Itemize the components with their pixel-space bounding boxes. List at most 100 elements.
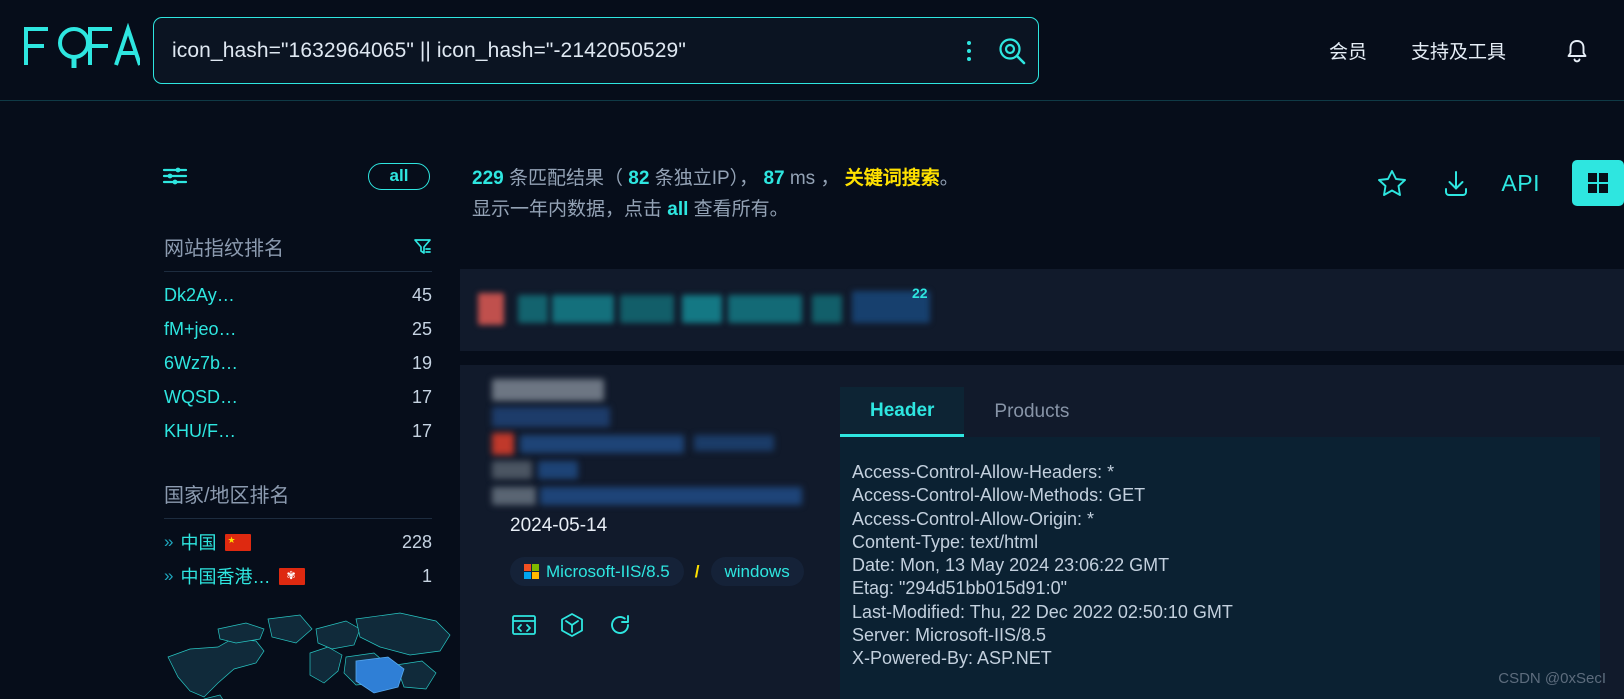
fingerprint-row[interactable]: 6Wz7b… 19 bbox=[164, 346, 432, 380]
fingerprint-label[interactable]: fM+jeo… bbox=[164, 319, 237, 340]
country-count: 1 bbox=[421, 565, 432, 586]
left-sidebar: all 网站指纹排名 Dk2Ay… 45 fM+jeo… 25 6Wz7b… 1… bbox=[0, 101, 460, 699]
header-line: X-Powered-By: ASP.NET bbox=[852, 648, 1052, 669]
nav-support-tools[interactable]: 支持及工具 bbox=[1411, 37, 1506, 64]
microsoft-logo-icon bbox=[524, 564, 539, 579]
tab-products[interactable]: Products bbox=[964, 387, 1099, 437]
fingerprint-count: 17 bbox=[411, 420, 432, 441]
expand-chevron-icon[interactable]: » bbox=[164, 532, 174, 552]
china-flag-icon bbox=[225, 532, 252, 551]
hongkong-flag-icon bbox=[279, 567, 306, 585]
tag-server-label: Microsoft-IIS/8.5 bbox=[546, 561, 670, 581]
header-line: Content-Type: text/html bbox=[852, 531, 1039, 552]
search-at-icon[interactable] bbox=[986, 31, 1038, 71]
search-type-badge[interactable]: 关键词搜索 bbox=[845, 168, 940, 189]
grid-view-icon[interactable] bbox=[1572, 160, 1624, 206]
country-ranking-section: 国家/地区排名 » 中国 228 » 中国香港… 1 bbox=[164, 476, 432, 593]
fofa-logo[interactable] bbox=[22, 20, 140, 72]
redacted-block bbox=[540, 487, 802, 505]
result-actions bbox=[510, 611, 634, 639]
country-row[interactable]: » 中国 228 bbox=[164, 525, 432, 559]
notification-bell-icon[interactable] bbox=[1560, 34, 1594, 68]
period-mark: 。 bbox=[939, 168, 959, 189]
country-title: 国家/地区排名 bbox=[164, 484, 290, 507]
star-favorite-icon[interactable] bbox=[1373, 164, 1411, 202]
blurred-block bbox=[812, 295, 842, 323]
tab-header[interactable]: Header bbox=[840, 387, 965, 437]
nav-member[interactable]: 会员 bbox=[1329, 37, 1367, 64]
fingerprint-header: 网站指纹排名 bbox=[164, 229, 432, 263]
fingerprint-label[interactable]: 6Wz7b… bbox=[164, 353, 238, 374]
funnel-filter-icon[interactable] bbox=[412, 236, 432, 256]
strip-badge: 22 bbox=[912, 285, 928, 301]
country-count: 228 bbox=[401, 531, 432, 552]
blurred-block bbox=[682, 295, 722, 323]
refresh-icon[interactable] bbox=[606, 611, 634, 639]
tag-os[interactable]: windows bbox=[710, 557, 804, 586]
country-label[interactable]: 中国 bbox=[180, 529, 216, 555]
header-line: Etag: "294d51bb015d91:0" bbox=[852, 578, 1067, 599]
fingerprint-label[interactable]: Dk2Ay… bbox=[164, 285, 235, 306]
view-source-icon[interactable] bbox=[510, 611, 538, 639]
header-line: Server: Microsoft-IIS/8.5 bbox=[852, 625, 1047, 646]
main-content: 229 条匹配结果（ 82 条独立IP）， 87 ms ， 关键词搜索。 显示一… bbox=[460, 101, 1624, 699]
result-date: 2024-05-14 bbox=[510, 515, 608, 536]
results-toolbar: API bbox=[1373, 159, 1624, 207]
tag-server[interactable]: Microsoft-IIS/8.5 bbox=[510, 557, 684, 586]
match-count-suffix: 条匹配结果（ bbox=[508, 168, 623, 189]
query-time-unit: ms ， bbox=[789, 168, 840, 189]
fingerprint-count: 19 bbox=[411, 352, 432, 373]
fingerprint-title: 网站指纹排名 bbox=[164, 237, 284, 260]
redacted-block bbox=[492, 461, 532, 479]
sliders-filter-icon[interactable] bbox=[160, 161, 190, 191]
more-vertical-icon[interactable] bbox=[956, 34, 982, 68]
cube-product-icon[interactable] bbox=[558, 611, 586, 639]
tag-os-label: windows bbox=[724, 561, 790, 581]
redacted-block bbox=[694, 435, 774, 451]
all-filter-pill[interactable]: all bbox=[368, 162, 430, 190]
fingerprint-label[interactable]: KHU/F… bbox=[164, 421, 236, 442]
header-response-body: Access-Control-Allow-Headers: * Access-C… bbox=[840, 437, 1600, 699]
results-summary-line1: 229 条匹配结果（ 82 条独立IP）， 87 ms ， 关键词搜索。 bbox=[472, 163, 959, 194]
sidebar-toolbar: all bbox=[160, 159, 430, 193]
search-bar[interactable] bbox=[153, 17, 1039, 84]
redacted-block bbox=[538, 461, 578, 479]
app-header: 会员 支持及工具 bbox=[0, 0, 1624, 101]
divider bbox=[164, 518, 432, 519]
fofa-magnifier-logo-icon bbox=[24, 23, 140, 68]
tag-separator: / bbox=[694, 561, 700, 581]
divider bbox=[164, 271, 432, 272]
redacted-block bbox=[492, 407, 610, 427]
header-nav: 会员 支持及工具 bbox=[1329, 0, 1624, 101]
download-icon[interactable] bbox=[1437, 164, 1475, 202]
watermark: CSDN @0xSecI bbox=[1498, 670, 1606, 687]
country-row[interactable]: » 中国香港… 1 bbox=[164, 559, 432, 593]
redacted-block bbox=[520, 435, 684, 453]
blurred-block bbox=[620, 295, 674, 323]
country-header: 国家/地区排名 bbox=[164, 476, 432, 510]
note-prefix: 显示一年内数据，点击 bbox=[472, 199, 668, 220]
fingerprint-row[interactable]: fM+jeo… 25 bbox=[164, 312, 432, 346]
blurred-block bbox=[552, 295, 614, 323]
expand-chevron-icon[interactable]: » bbox=[164, 566, 174, 586]
fingerprint-row[interactable]: KHU/F… 17 bbox=[164, 414, 432, 448]
header-line: Access-Control-Allow-Methods: GET bbox=[852, 485, 1146, 506]
fingerprint-row[interactable]: WQSD… 17 bbox=[164, 380, 432, 414]
fingerprint-count: 17 bbox=[411, 386, 432, 407]
unique-ip-suffix: 条独立IP）， bbox=[654, 168, 759, 189]
country-flag-icon bbox=[478, 293, 504, 325]
match-count: 229 bbox=[472, 168, 504, 189]
note-suffix: 查看所有。 bbox=[688, 199, 789, 220]
header-line: Date: Mon, 13 May 2024 23:06:22 GMT bbox=[852, 555, 1170, 576]
country-label[interactable]: 中国香港… bbox=[180, 563, 270, 589]
fingerprint-row[interactable]: Dk2Ay… 45 bbox=[164, 278, 432, 312]
fingerprint-ranking-section: 网站指纹排名 Dk2Ay… 45 fM+jeo… 25 6Wz7b… 19 WQ… bbox=[164, 229, 432, 448]
fingerprint-label[interactable]: WQSD… bbox=[164, 387, 238, 408]
results-summary-line2: 显示一年内数据，点击 all 查看所有。 bbox=[472, 194, 959, 225]
world-map bbox=[160, 599, 460, 699]
blurred-stats-strip: 22 bbox=[460, 269, 1624, 351]
all-link[interactable]: all bbox=[667, 199, 688, 220]
search-input[interactable] bbox=[154, 38, 956, 63]
fingerprint-count: 25 bbox=[411, 318, 432, 339]
api-button[interactable]: API bbox=[1501, 170, 1540, 197]
